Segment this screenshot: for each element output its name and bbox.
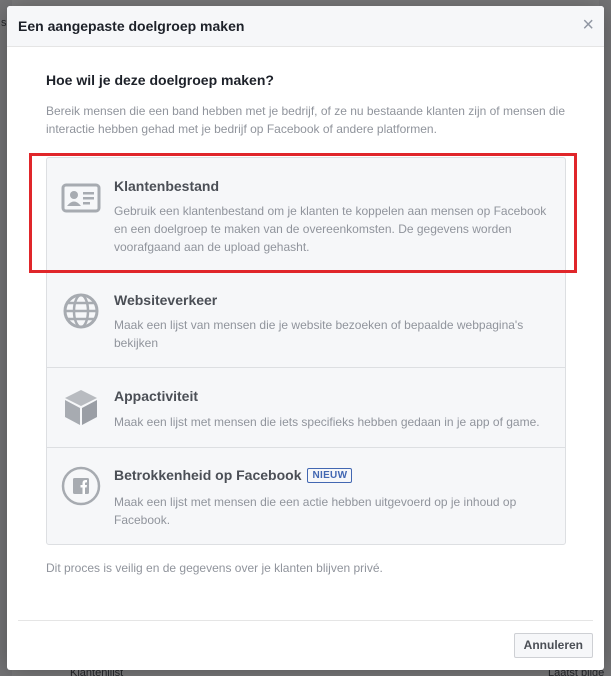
dialog-question: Hoe wil je deze doelgroep maken? — [46, 72, 274, 88]
option-title: Appactiviteit — [114, 388, 199, 404]
privacy-note: Dit proces is veilig en de gegevens over… — [46, 561, 383, 575]
create-audience-dialog: Een aangepaste doelgroep maken × Hoe wil… — [7, 6, 604, 670]
dialog-title: Een aangepaste doelgroep maken — [18, 18, 245, 34]
globe-icon — [63, 293, 99, 329]
option-facebook-engagement[interactable]: Betrokkenheid op Facebook NIEUW Maak een … — [47, 448, 565, 544]
option-customer-file[interactable]: Klantenbestand Gebruik een klantenbestan… — [47, 158, 565, 272]
cancel-button[interactable]: Annuleren — [513, 633, 593, 658]
new-badge: NIEUW — [307, 468, 353, 483]
option-description: Gebruik een klantenbestand om je klanten… — [114, 204, 547, 254]
contact-card-icon — [61, 183, 101, 213]
close-icon[interactable]: × — [582, 15, 594, 35]
cube-icon — [65, 390, 97, 425]
option-app-activity[interactable]: Appactiviteit Maak een lijst met mensen … — [47, 368, 565, 448]
dialog-header: Een aangepaste doelgroep maken × — [7, 6, 604, 47]
option-description: Maak een lijst van mensen die je website… — [114, 318, 524, 350]
dialog-intro-text: Bereik mensen die een band hebben met je… — [46, 104, 566, 136]
option-description: Maak een lijst met mensen die iets speci… — [114, 415, 540, 429]
option-title: Websiteverkeer — [114, 292, 218, 308]
option-description: Maak een lijst met mensen die een actie … — [114, 495, 517, 527]
option-website-traffic[interactable]: Websiteverkeer Maak een lijst van mensen… — [47, 272, 565, 368]
option-title: Klantenbestand — [114, 178, 220, 194]
option-title: Betrokkenheid op Facebook NIEUW — [114, 467, 353, 483]
audience-source-list: Klantenbestand Gebruik een klantenbestan… — [46, 157, 566, 545]
facebook-icon — [61, 466, 101, 506]
footer-divider — [18, 620, 593, 621]
option-title-text: Betrokkenheid op Facebook — [114, 467, 302, 483]
